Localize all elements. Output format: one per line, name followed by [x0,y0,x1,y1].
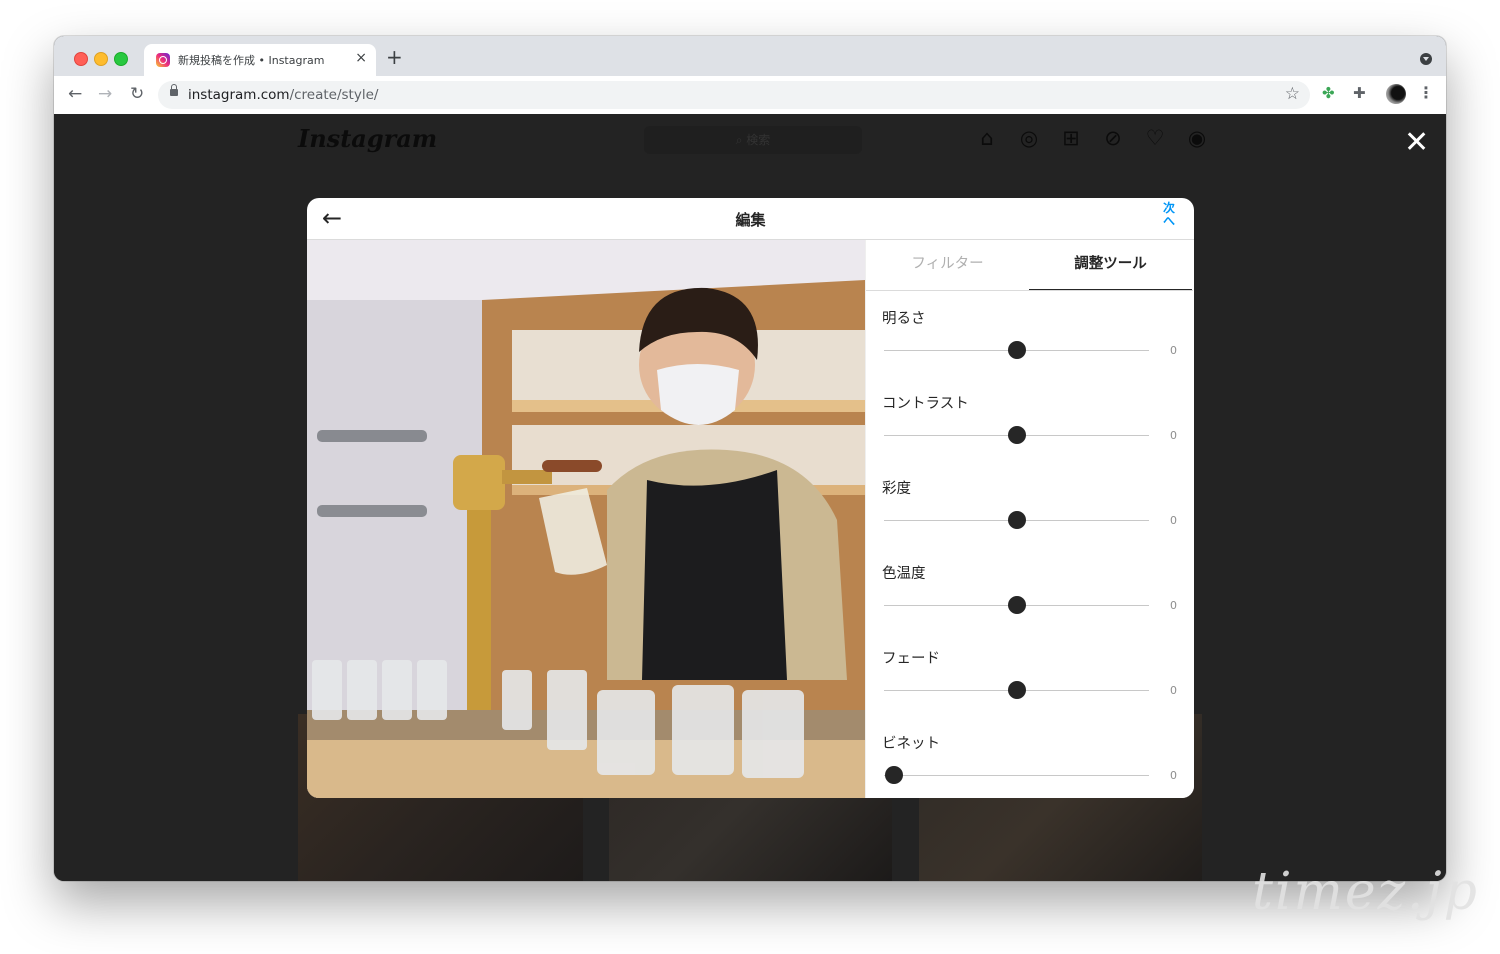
adjustment-row: 色温度 0 [866,546,1193,631]
adjustment-label: 色温度 [882,566,926,582]
adjust-panel: フィルター 調整ツール 明るさ 0 コントラスト 0 彩度 0 色温度 0 フェード 0 ビネット 0 [865,240,1194,798]
modal-header: ← 編集 次へ [307,198,1194,240]
post-photo [307,240,865,798]
tab-bar: 新規投稿を作成 • Instagram × + [54,36,1446,76]
extensions-puzzle-icon[interactable]: ✚ [1353,84,1366,102]
bartender-photo-illustration [307,240,865,798]
browser-tab-active[interactable]: 新規投稿を作成 • Instagram × [144,44,376,76]
new-post-icon[interactable]: ⊞ [1050,126,1092,150]
adjustment-value: 0 [1170,514,1177,527]
adjustment-value: 0 [1170,344,1177,357]
adjustment-label: コントラスト [882,396,969,412]
adjustment-slider-handle[interactable] [1007,511,1026,529]
adjustment-slider-handle[interactable] [1007,426,1026,444]
url-text[interactable]: instagram.com/create/style/ [188,87,378,103]
adjustment-row: コントラスト 0 [866,376,1193,461]
browser-toolbar: ← → ↻ instagram.com/create/style/ ☆ ✤ ✚ … [54,76,1446,114]
adjustment-row: ビネット 0 [866,716,1193,798]
panel-tabs: フィルター 調整ツール [866,240,1193,291]
tab-close-icon[interactable]: × [355,50,367,66]
instagram-logo: Instagram [298,124,438,153]
explore-icon[interactable]: ⊘ [1092,126,1134,150]
minimize-window-button[interactable] [94,52,108,66]
close-window-button[interactable] [74,52,88,66]
adjustment-value: 0 [1170,684,1177,697]
next-button[interactable]: 次へ [1162,201,1176,228]
tab-search-icon[interactable] [1420,53,1432,65]
tab-title: 新規投稿を作成 • Instagram [178,54,325,67]
clover-extension-icon[interactable]: ✤ [1322,84,1335,102]
adjustment-row: フェード 0 [866,631,1193,716]
close-icon[interactable]: ✕ [1404,128,1429,158]
profile-avatar[interactable] [1386,84,1406,104]
adjustment-row: 明るさ 0 [866,291,1193,376]
browser-menu-icon[interactable]: ⋮ [1418,83,1434,102]
modal-title: 編集 [735,211,766,229]
lock-icon[interactable] [170,84,178,96]
adjustment-value: 0 [1170,429,1177,442]
tab-filter[interactable]: フィルター [866,240,1029,290]
adjustment-value: 0 [1170,599,1177,612]
new-tab-button[interactable]: + [386,45,403,69]
messenger-icon[interactable]: ◎ [1008,126,1050,150]
reload-button[interactable]: ↻ [130,84,144,104]
activity-heart-icon[interactable]: ♡ [1134,126,1176,150]
instagram-favicon-icon [156,53,170,67]
back-button[interactable]: ← [68,84,82,104]
adjustment-slider-handle[interactable] [1007,681,1026,699]
adjustment-slider-handle[interactable] [885,766,903,784]
adjustment-label: 明るさ [882,311,926,327]
search-input[interactable]: ⌕ 検索 [644,126,862,154]
profile-icon[interactable]: ◉ [1176,126,1218,150]
maximize-window-button[interactable] [114,52,128,66]
bookmark-star-icon[interactable]: ☆ [1285,84,1300,104]
adjustment-slider-handle[interactable] [1007,341,1026,359]
adjustment-label: フェード [882,651,940,667]
adjustment-slider-handle[interactable] [1007,596,1026,614]
adjustment-label: ビネット [882,736,940,752]
adjustment-label: 彩度 [882,481,911,497]
forward-button[interactable]: → [98,84,112,104]
adjustment-row: 彩度 0 [866,461,1193,546]
adjustment-slider-track[interactable] [884,775,1149,776]
instagram-nav: ⌂ ◎ ⊞ ⊘ ♡ ◉ [966,126,1218,150]
edit-modal: ← 編集 次へ フィルター 調整ツール 明るさ 0 コントラスト 0 彩度 0 … [307,198,1194,798]
watermark-text: timez.jp [1252,862,1479,922]
tab-adjust-tools[interactable]: 調整ツール [1029,240,1192,290]
address-bar[interactable]: instagram.com/create/style/ ☆ [158,81,1310,109]
home-icon[interactable]: ⌂ [966,126,1008,150]
adjustment-value: 0 [1170,769,1177,782]
